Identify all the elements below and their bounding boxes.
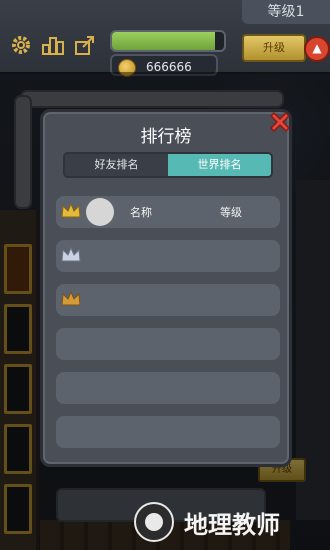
leaderboard-row	[56, 328, 280, 360]
leaderboard-row	[56, 416, 280, 448]
leaderboard-row	[56, 372, 280, 404]
ranking-tabs: 好友排名 世界排名	[63, 152, 273, 178]
watermark: 地理教师	[134, 500, 280, 544]
watermark-logo	[134, 502, 174, 542]
modal-title: 排行榜	[140, 127, 192, 147]
leaderboard-row	[56, 240, 280, 272]
close-icon	[269, 111, 291, 133]
gear-icon[interactable]	[10, 34, 32, 56]
leaderboard-row	[56, 284, 280, 316]
level-progress-bar	[110, 30, 226, 52]
close-button[interactable]	[266, 108, 294, 136]
tab-friend-ranking[interactable]: 好友排名	[65, 154, 168, 176]
silver-crown-icon	[61, 247, 81, 263]
bronze-crown-icon	[61, 291, 81, 307]
podium-icon[interactable]	[42, 34, 64, 56]
share-icon[interactable]	[74, 34, 96, 56]
upgrade-arrow-icon[interactable]: ▲	[304, 36, 330, 62]
tab-world-ranking[interactable]: 世界排名	[168, 154, 271, 176]
level-column-header: 等级	[220, 206, 242, 219]
leaderboard-row: 名称 等级	[56, 196, 280, 228]
name-column-header: 名称	[130, 206, 152, 219]
level-progress-fill	[112, 32, 216, 50]
level-label: 等级1	[242, 0, 330, 24]
avatar	[86, 198, 114, 226]
top-bar: 等级1 666666 升级 ▲	[0, 0, 330, 77]
upgrade-button[interactable]: 升级	[242, 34, 306, 62]
leaderboard-modal: 排行榜 好友排名 世界排名 名称 等级	[40, 109, 292, 467]
watermark-text: 地理教师	[184, 510, 280, 539]
gold-crown-icon	[61, 203, 81, 219]
